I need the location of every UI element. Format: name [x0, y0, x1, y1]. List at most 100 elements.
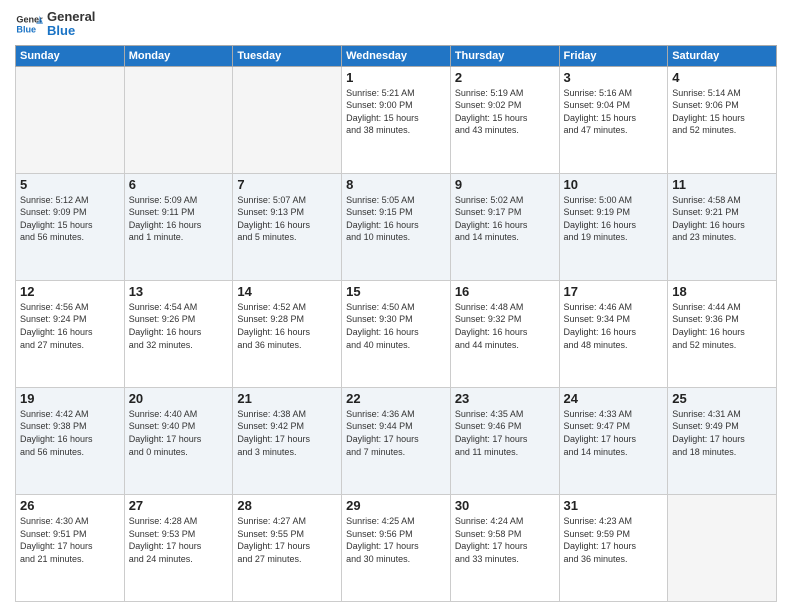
- calendar-cell: 16 Sunrise: 4:48 AM Sunset: 9:32 PM Dayli…: [450, 280, 559, 387]
- day-number: 22: [346, 391, 446, 406]
- calendar-cell: 12 Sunrise: 4:56 AM Sunset: 9:24 PM Dayli…: [16, 280, 125, 387]
- day-number: 21: [237, 391, 337, 406]
- calendar-cell: 3 Sunrise: 5:16 AM Sunset: 9:04 PM Daylig…: [559, 66, 668, 173]
- calendar-cell: 20 Sunrise: 4:40 AM Sunset: 9:40 PM Dayli…: [124, 387, 233, 494]
- calendar-cell: [233, 66, 342, 173]
- calendar-cell: 1 Sunrise: 5:21 AM Sunset: 9:00 PM Daylig…: [342, 66, 451, 173]
- calendar-week-row: 26Sunrise: 4:30 AM Sunset: 9:51 PM Dayli…: [16, 494, 777, 601]
- logo-general: General: [47, 10, 95, 24]
- day-number: 25: [672, 391, 772, 406]
- weekday-header-friday: Friday: [559, 45, 668, 66]
- calendar-week-row: 5 Sunrise: 5:12 AM Sunset: 9:09 PM Daylig…: [16, 173, 777, 280]
- calendar-cell: 19 Sunrise: 4:42 AM Sunset: 9:38 PM Dayli…: [16, 387, 125, 494]
- calendar-cell: 21Sunrise: 4:38 AM Sunset: 9:42 PM Dayli…: [233, 387, 342, 494]
- calendar-cell: 30 Sunrise: 4:24 AM Sunset: 9:58 PM Dayli…: [450, 494, 559, 601]
- day-info: Sunrise: 5:05 AM Sunset: 9:15 PM Dayligh…: [346, 194, 446, 244]
- calendar-cell: 8 Sunrise: 5:05 AM Sunset: 9:15 PM Daylig…: [342, 173, 451, 280]
- day-info: Sunrise: 4:31 AM Sunset: 9:49 PM Dayligh…: [672, 408, 772, 458]
- logo: General Blue General Blue: [15, 10, 95, 39]
- calendar-cell: 9 Sunrise: 5:02 AM Sunset: 9:17 PM Daylig…: [450, 173, 559, 280]
- day-number: 31: [564, 498, 664, 513]
- calendar-cell: 24 Sunrise: 4:33 AM Sunset: 9:47 PM Dayli…: [559, 387, 668, 494]
- calendar-cell: 11 Sunrise: 4:58 AM Sunset: 9:21 PM Dayli…: [668, 173, 777, 280]
- day-number: 10: [564, 177, 664, 192]
- day-number: 18: [672, 284, 772, 299]
- svg-text:Blue: Blue: [16, 25, 36, 35]
- day-info: Sunrise: 4:27 AM Sunset: 9:55 PM Dayligh…: [237, 515, 337, 565]
- calendar-cell: 18 Sunrise: 4:44 AM Sunset: 9:36 PM Dayli…: [668, 280, 777, 387]
- day-info: Sunrise: 5:02 AM Sunset: 9:17 PM Dayligh…: [455, 194, 555, 244]
- day-number: 6: [129, 177, 229, 192]
- day-info: Sunrise: 5:16 AM Sunset: 9:04 PM Dayligh…: [564, 87, 664, 137]
- calendar-cell: 6Sunrise: 5:09 AM Sunset: 9:11 PM Daylig…: [124, 173, 233, 280]
- day-number: 20: [129, 391, 229, 406]
- weekday-header-monday: Monday: [124, 45, 233, 66]
- day-info: Sunrise: 4:56 AM Sunset: 9:24 PM Dayligh…: [20, 301, 120, 351]
- calendar-week-row: 1 Sunrise: 5:21 AM Sunset: 9:00 PM Daylig…: [16, 66, 777, 173]
- day-number: 11: [672, 177, 772, 192]
- header: General Blue General Blue: [15, 10, 777, 39]
- calendar-cell: 10 Sunrise: 5:00 AM Sunset: 9:19 PM Dayli…: [559, 173, 668, 280]
- day-info: Sunrise: 5:00 AM Sunset: 9:19 PM Dayligh…: [564, 194, 664, 244]
- day-number: 19: [20, 391, 120, 406]
- day-number: 26: [20, 498, 120, 513]
- day-info: Sunrise: 4:40 AM Sunset: 9:40 PM Dayligh…: [129, 408, 229, 458]
- day-number: 13: [129, 284, 229, 299]
- day-number: 14: [237, 284, 337, 299]
- day-info: Sunrise: 4:42 AM Sunset: 9:38 PM Dayligh…: [20, 408, 120, 458]
- calendar-table: SundayMondayTuesdayWednesdayThursdayFrid…: [15, 45, 777, 602]
- day-number: 4: [672, 70, 772, 85]
- day-number: 30: [455, 498, 555, 513]
- day-number: 23: [455, 391, 555, 406]
- day-number: 2: [455, 70, 555, 85]
- calendar-cell: 2Sunrise: 5:19 AM Sunset: 9:02 PM Daylig…: [450, 66, 559, 173]
- day-number: 27: [129, 498, 229, 513]
- calendar-cell: [668, 494, 777, 601]
- weekday-header-sunday: Sunday: [16, 45, 125, 66]
- day-info: Sunrise: 4:52 AM Sunset: 9:28 PM Dayligh…: [237, 301, 337, 351]
- day-number: 17: [564, 284, 664, 299]
- day-info: Sunrise: 4:58 AM Sunset: 9:21 PM Dayligh…: [672, 194, 772, 244]
- logo-blue: Blue: [47, 24, 95, 38]
- weekday-header-wednesday: Wednesday: [342, 45, 451, 66]
- calendar-cell: 29Sunrise: 4:25 AM Sunset: 9:56 PM Dayli…: [342, 494, 451, 601]
- day-number: 3: [564, 70, 664, 85]
- calendar-cell: 7 Sunrise: 5:07 AM Sunset: 9:13 PM Daylig…: [233, 173, 342, 280]
- day-info: Sunrise: 4:35 AM Sunset: 9:46 PM Dayligh…: [455, 408, 555, 458]
- logo-icon: General Blue: [15, 10, 43, 38]
- day-info: Sunrise: 4:25 AM Sunset: 9:56 PM Dayligh…: [346, 515, 446, 565]
- weekday-header-saturday: Saturday: [668, 45, 777, 66]
- calendar-cell: 13Sunrise: 4:54 AM Sunset: 9:26 PM Dayli…: [124, 280, 233, 387]
- day-info: Sunrise: 4:33 AM Sunset: 9:47 PM Dayligh…: [564, 408, 664, 458]
- day-number: 12: [20, 284, 120, 299]
- day-info: Sunrise: 4:36 AM Sunset: 9:44 PM Dayligh…: [346, 408, 446, 458]
- day-number: 9: [455, 177, 555, 192]
- calendar-cell: 27Sunrise: 4:28 AM Sunset: 9:53 PM Dayli…: [124, 494, 233, 601]
- day-info: Sunrise: 5:21 AM Sunset: 9:00 PM Dayligh…: [346, 87, 446, 137]
- day-info: Sunrise: 4:44 AM Sunset: 9:36 PM Dayligh…: [672, 301, 772, 351]
- day-info: Sunrise: 4:24 AM Sunset: 9:58 PM Dayligh…: [455, 515, 555, 565]
- day-number: 28: [237, 498, 337, 513]
- calendar-week-row: 19 Sunrise: 4:42 AM Sunset: 9:38 PM Dayli…: [16, 387, 777, 494]
- day-info: Sunrise: 4:48 AM Sunset: 9:32 PM Dayligh…: [455, 301, 555, 351]
- calendar-cell: 14 Sunrise: 4:52 AM Sunset: 9:28 PM Dayli…: [233, 280, 342, 387]
- calendar-cell: 26Sunrise: 4:30 AM Sunset: 9:51 PM Dayli…: [16, 494, 125, 601]
- day-number: 15: [346, 284, 446, 299]
- weekday-header-tuesday: Tuesday: [233, 45, 342, 66]
- calendar-cell: 5 Sunrise: 5:12 AM Sunset: 9:09 PM Daylig…: [16, 173, 125, 280]
- calendar-cell: [16, 66, 125, 173]
- calendar-cell: 25 Sunrise: 4:31 AM Sunset: 9:49 PM Dayli…: [668, 387, 777, 494]
- day-info: Sunrise: 4:23 AM Sunset: 9:59 PM Dayligh…: [564, 515, 664, 565]
- calendar-cell: 22 Sunrise: 4:36 AM Sunset: 9:44 PM Dayli…: [342, 387, 451, 494]
- day-number: 5: [20, 177, 120, 192]
- day-number: 24: [564, 391, 664, 406]
- day-number: 7: [237, 177, 337, 192]
- day-number: 16: [455, 284, 555, 299]
- day-info: Sunrise: 5:12 AM Sunset: 9:09 PM Dayligh…: [20, 194, 120, 244]
- day-number: 1: [346, 70, 446, 85]
- calendar-week-row: 12 Sunrise: 4:56 AM Sunset: 9:24 PM Dayli…: [16, 280, 777, 387]
- calendar-cell: 28 Sunrise: 4:27 AM Sunset: 9:55 PM Dayli…: [233, 494, 342, 601]
- day-info: Sunrise: 5:07 AM Sunset: 9:13 PM Dayligh…: [237, 194, 337, 244]
- weekday-header-row: SundayMondayTuesdayWednesdayThursdayFrid…: [16, 45, 777, 66]
- day-number: 8: [346, 177, 446, 192]
